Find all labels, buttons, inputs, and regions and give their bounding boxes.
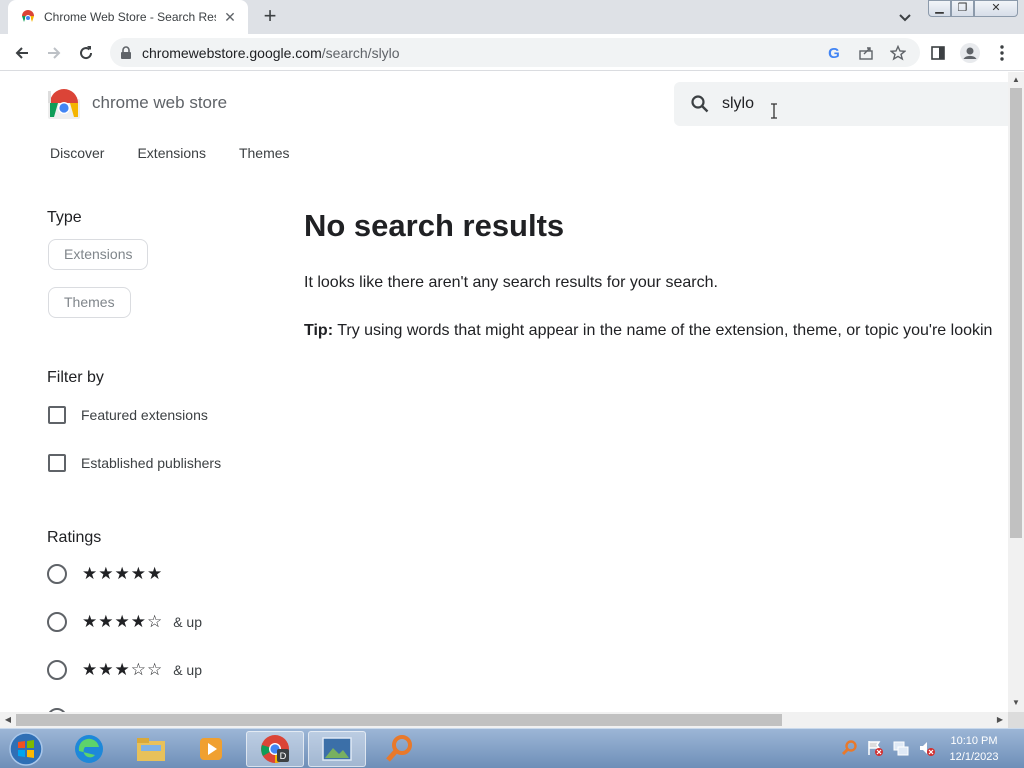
lock-icon[interactable] bbox=[120, 45, 132, 60]
rating-3-radio[interactable] bbox=[47, 660, 67, 680]
scrollbar-corner bbox=[1008, 712, 1024, 728]
rating-4-stars: ★★★★☆ bbox=[82, 612, 164, 632]
chrome-web-store-logo-icon[interactable] bbox=[48, 89, 80, 119]
tip-text: Try using words that might appear in the… bbox=[333, 322, 993, 339]
windows-start-icon[interactable] bbox=[4, 731, 48, 767]
clock-time: 10:10 PM bbox=[950, 735, 998, 747]
forward-icon[interactable] bbox=[42, 41, 66, 65]
chrome-web-store-favicon-icon bbox=[22, 10, 34, 22]
system-tray bbox=[840, 739, 936, 757]
scroll-up-arrow-icon[interactable]: ▲ bbox=[1008, 75, 1024, 84]
rating-5-stars: ★★★★★ bbox=[82, 564, 164, 584]
window-close-button[interactable]: ✕ bbox=[974, 0, 1018, 17]
top-nav: Discover Extensions Themes bbox=[50, 145, 290, 161]
search-input[interactable] bbox=[722, 95, 922, 113]
filter-heading: Filter by bbox=[47, 369, 104, 386]
share-icon[interactable] bbox=[854, 41, 878, 65]
browser-toolbar: chromewebstore.google.com/search/slylo G bbox=[0, 34, 1024, 71]
taskbar-media-player-icon[interactable] bbox=[182, 731, 240, 767]
horizontal-scrollbar[interactable]: ◀ ▶ bbox=[0, 712, 1008, 728]
scroll-down-arrow-icon[interactable]: ▼ bbox=[1008, 698, 1024, 707]
rating-3-suffix: & up bbox=[173, 662, 203, 678]
reload-icon[interactable] bbox=[74, 41, 98, 65]
tip-label: Tip: bbox=[304, 322, 334, 339]
address-bar[interactable]: chromewebstore.google.com/search/slylo bbox=[110, 38, 920, 67]
window-restore-button[interactable]: ❐ bbox=[951, 0, 974, 17]
svg-text:D: D bbox=[280, 752, 287, 762]
filter-featured[interactable]: Featured extensions bbox=[48, 406, 208, 424]
vertical-scroll-thumb[interactable] bbox=[1010, 88, 1022, 538]
side-panel-icon[interactable] bbox=[926, 41, 950, 65]
tab-close-icon[interactable]: ✕ bbox=[222, 9, 238, 26]
nav-extensions[interactable]: Extensions bbox=[137, 145, 205, 161]
url-path: /search/slylo bbox=[321, 44, 400, 61]
taskbar-explorer-icon[interactable] bbox=[122, 731, 180, 767]
taskbar-search-tool-icon[interactable] bbox=[370, 731, 428, 767]
google-lens-icon[interactable]: G bbox=[822, 41, 846, 65]
featured-label: Featured extensions bbox=[81, 407, 208, 423]
search-tip: Tip: Try using words that might appear i… bbox=[304, 322, 992, 340]
rating-5-radio[interactable] bbox=[47, 564, 67, 584]
rating-option-5[interactable]: ★★★★★ bbox=[47, 564, 163, 584]
scroll-left-arrow-icon[interactable]: ◀ bbox=[0, 715, 16, 724]
nav-themes[interactable]: Themes bbox=[239, 145, 290, 161]
type-heading: Type bbox=[47, 209, 82, 226]
tray-search-icon[interactable] bbox=[840, 739, 858, 757]
taskbar-photo-app-icon[interactable] bbox=[308, 731, 366, 767]
no-results-title: No search results bbox=[304, 208, 565, 243]
new-tab-button[interactable]: + bbox=[258, 4, 282, 28]
rating-3-stars: ★★★☆☆ bbox=[82, 660, 164, 680]
taskbar-edge-icon[interactable] bbox=[60, 731, 118, 767]
vertical-scrollbar[interactable]: ▲ ▼ bbox=[1008, 72, 1024, 712]
scroll-right-arrow-icon[interactable]: ▶ bbox=[992, 715, 1008, 724]
url-host: chromewebstore.google.com bbox=[142, 44, 322, 61]
type-chip-extensions[interactable]: Extensions bbox=[48, 239, 149, 270]
tab-search-chevron-icon[interactable] bbox=[894, 6, 916, 28]
network-icon[interactable] bbox=[892, 739, 910, 757]
web-store-page: chrome web store Discover Extensions The… bbox=[0, 72, 1008, 712]
rating-option-3[interactable]: ★★★☆☆ & up bbox=[47, 660, 202, 680]
action-center-flag-icon[interactable] bbox=[866, 739, 884, 757]
bookmark-star-icon[interactable] bbox=[886, 41, 910, 65]
back-icon[interactable] bbox=[10, 41, 34, 65]
profile-avatar-icon[interactable] bbox=[958, 41, 982, 65]
tab-strip: Chrome Web Store - Search Results ✕ + ▁ … bbox=[0, 0, 1024, 34]
chrome-menu-icon[interactable] bbox=[990, 41, 1014, 65]
tab-active[interactable]: Chrome Web Store - Search Results ✕ bbox=[8, 0, 248, 34]
brand-title[interactable]: chrome web store bbox=[92, 93, 227, 113]
rating-4-suffix: & up bbox=[173, 614, 203, 630]
rating-4-radio[interactable] bbox=[47, 612, 67, 632]
established-label: Established publishers bbox=[81, 455, 222, 471]
ratings-heading: Ratings bbox=[47, 529, 102, 546]
type-chip-themes[interactable]: Themes bbox=[48, 287, 131, 318]
search-icon[interactable] bbox=[690, 94, 710, 114]
rating-option-4[interactable]: ★★★★☆ & up bbox=[47, 612, 202, 632]
established-checkbox[interactable] bbox=[48, 454, 66, 472]
horizontal-scroll-thumb[interactable] bbox=[16, 714, 782, 726]
clock-date: 12/1/2023 bbox=[949, 751, 999, 763]
tab-title: Chrome Web Store - Search Results bbox=[44, 10, 216, 24]
search-box[interactable] bbox=[674, 82, 1008, 126]
windows-taskbar: D 10:10 PM 12/1/2023 bbox=[0, 728, 1024, 768]
taskbar-chrome-icon[interactable]: D bbox=[246, 731, 304, 767]
text-cursor-icon bbox=[771, 103, 777, 119]
address-url: chromewebstore.google.com/search/slylo bbox=[142, 45, 400, 61]
no-results-message: It looks like there aren't any search re… bbox=[304, 274, 718, 291]
nav-discover[interactable]: Discover bbox=[50, 145, 104, 161]
featured-checkbox[interactable] bbox=[48, 406, 66, 424]
system-clock[interactable]: 10:10 PM 12/1/2023 bbox=[944, 733, 1004, 765]
volume-muted-icon[interactable] bbox=[918, 739, 936, 757]
filter-established[interactable]: Established publishers bbox=[48, 454, 221, 472]
window-minimize-button[interactable]: ▁ bbox=[928, 0, 951, 17]
